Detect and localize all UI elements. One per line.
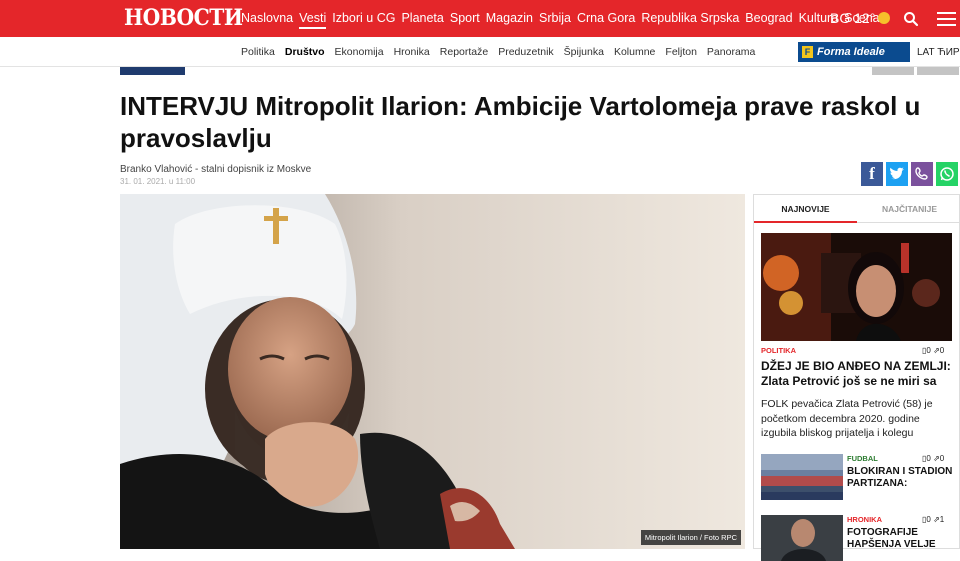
- toolbar-tab[interactable]: [917, 67, 959, 75]
- article-hero-image[interactable]: Mitropolit Ilarion / Foto RPC: [120, 194, 745, 549]
- script-toggle[interactable]: LAT ЋИР: [917, 47, 960, 58]
- list-item-title[interactable]: BLOKIRAN I STADION PARTIZANA:: [847, 466, 957, 490]
- toolbar-tab[interactable]: [872, 67, 914, 75]
- list-item-category[interactable]: HRONIKA: [847, 515, 882, 524]
- hamburger-menu-icon[interactable]: [937, 12, 956, 26]
- facebook-icon: f: [869, 164, 875, 183]
- featured-title[interactable]: DŽEJ JE BIO ANĐEO NA ZEMLJI: Zlata Petro…: [761, 359, 956, 389]
- facebook-share-button[interactable]: f: [861, 162, 883, 186]
- viber-icon: [915, 167, 928, 180]
- list-item-image[interactable]: [761, 454, 843, 500]
- sun-icon: [878, 12, 891, 24]
- nav-item-beograd[interactable]: Beograd: [745, 11, 792, 29]
- weather-widget[interactable]: BG 12°: [830, 10, 891, 26]
- viber-share-button[interactable]: [911, 162, 933, 186]
- main-nav: Naslovna Vesti Izbori u CG Planeta Sport…: [241, 11, 886, 29]
- sponsor-logo-icon: F: [802, 46, 813, 58]
- list-item-image[interactable]: [761, 515, 843, 561]
- featured-lead: FOLK pevačica Zlata Petrović (58) je poč…: [761, 398, 933, 439]
- search-icon[interactable]: [903, 11, 919, 27]
- subnav-item-spijunka[interactable]: Špijunka: [564, 46, 604, 58]
- subnav-item-hronika[interactable]: Hronika: [394, 46, 430, 58]
- top-bar: НОВОСТИ Naslovna Vesti Izbori u CG Plane…: [0, 0, 960, 37]
- featured-category[interactable]: POLITIKA: [761, 346, 796, 355]
- nav-item-magazin[interactable]: Magazin: [486, 11, 533, 29]
- sponsor-banner[interactable]: F Forma Ideale: [798, 42, 910, 62]
- nav-item-planeta[interactable]: Planeta: [401, 11, 443, 29]
- nav-item-naslovna[interactable]: Naslovna: [241, 11, 293, 29]
- featured-counts: ▯0 ⇗0: [922, 346, 945, 355]
- subnav-item-panorama[interactable]: Panorama: [707, 46, 755, 58]
- nav-item-vesti[interactable]: Vesti: [299, 11, 327, 29]
- subnav-item-kolumne[interactable]: Kolumne: [614, 46, 655, 58]
- news-sidebar: NAJNOVIJE NAJČITANIJE POLITIKA ▯0 ⇗0 DŽE…: [753, 194, 960, 561]
- nav-item-republika-srpska[interactable]: Republika Srpska: [641, 11, 739, 29]
- list-item-title[interactable]: FOTOGRAFIJE HAPŠENJA VELJE: [847, 527, 957, 551]
- list-item-counts: ▯0 ⇗0: [922, 454, 945, 463]
- nav-item-izbori[interactable]: Izbori u CG: [332, 11, 395, 29]
- twitter-share-button[interactable]: [886, 162, 908, 186]
- share-icon: ⇗: [933, 454, 940, 463]
- site-logo[interactable]: НОВОСТИ: [124, 5, 243, 31]
- share-icon: ⇗: [933, 515, 940, 524]
- subnav-item-preduzetnik[interactable]: Preduzetnik: [498, 46, 553, 58]
- subnav-item-drustvo[interactable]: Društvo: [285, 46, 325, 58]
- share-icon: ⇗: [933, 346, 940, 355]
- tab-most-read[interactable]: NAJČITANIJE: [858, 204, 960, 214]
- sponsor-label: Forma Ideale: [817, 46, 885, 58]
- list-item-counts: ▯0 ⇗1: [922, 515, 945, 524]
- subnav-item-feljton[interactable]: Feljton: [665, 46, 697, 58]
- metropolitan-photo: [120, 194, 745, 549]
- article-author[interactable]: Branko Vlahović - stalni dopisnik iz Mos…: [120, 164, 311, 175]
- nav-item-sport[interactable]: Sport: [450, 11, 480, 29]
- whatsapp-icon: [940, 167, 954, 181]
- sidebar-tabs: NAJNOVIJE NAJČITANIJE: [754, 195, 960, 223]
- nav-item-srbija[interactable]: Srbija: [539, 11, 571, 29]
- article-date: 31. 01. 2021. u 11:00: [120, 177, 196, 186]
- weather-text: BG 12°: [830, 10, 876, 26]
- tab-latest[interactable]: NAJNOVIJE: [754, 204, 857, 214]
- featured-article-image[interactable]: [761, 233, 952, 341]
- active-tab-indicator: [754, 221, 857, 223]
- list-item-category[interactable]: FUDBAL: [847, 454, 878, 463]
- whatsapp-share-button[interactable]: [936, 162, 958, 186]
- ad-strip: [120, 67, 185, 75]
- photo-caption: Mitropolit Ilarion / Foto RPC: [640, 530, 741, 545]
- subnav-item-ekonomija[interactable]: Ekonomija: [335, 46, 384, 58]
- twitter-icon: [890, 167, 904, 180]
- nav-item-crna-gora[interactable]: Crna Gora: [577, 11, 635, 29]
- article-title: INTERVJU Mitropolit Ilarion: Ambicije Va…: [120, 91, 921, 153]
- subnav-item-reportaze[interactable]: Reportaže: [440, 46, 488, 58]
- subnav-item-politika[interactable]: Politika: [241, 46, 275, 58]
